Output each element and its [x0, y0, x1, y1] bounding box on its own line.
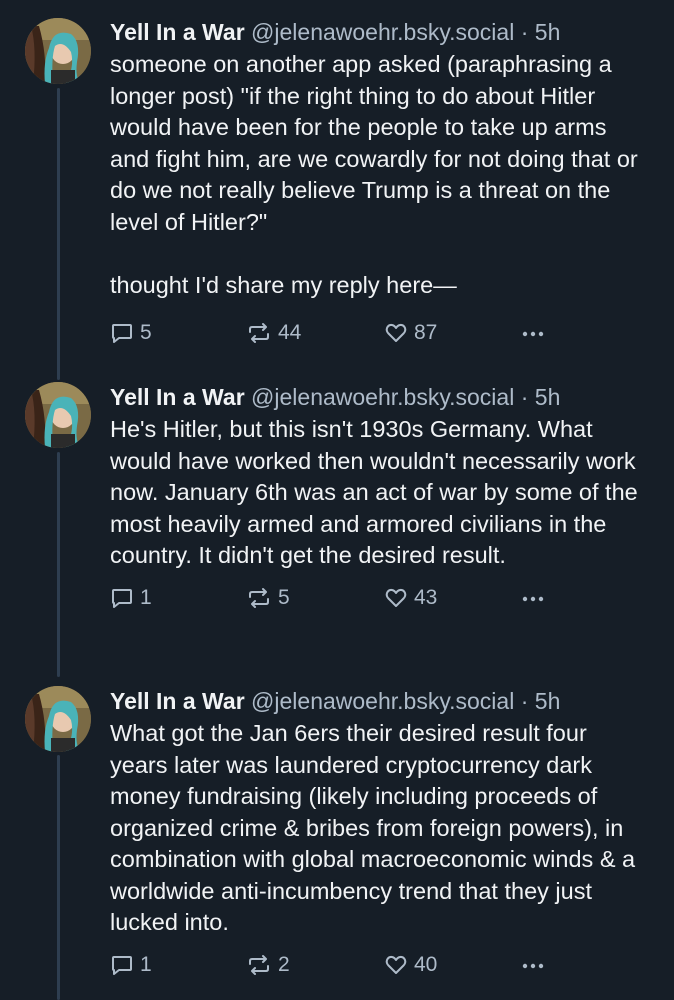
post-actions: 5 44 87	[110, 321, 650, 353]
avatar[interactable]	[25, 686, 91, 752]
avatar[interactable]	[25, 18, 91, 84]
author-name[interactable]: Yell In a War	[110, 688, 245, 714]
more-options-button[interactable]	[520, 321, 552, 345]
separator: ·	[520, 19, 529, 45]
repost-icon	[249, 587, 269, 608]
post-header: Yell In a War @jelenawoehr.bsky.social ·…	[110, 17, 650, 47]
like-icon	[385, 955, 407, 974]
repost-button[interactable]: 5	[246, 586, 290, 610]
post-header: Yell In a War @jelenawoehr.bsky.social ·…	[110, 382, 650, 412]
avatar-image	[25, 382, 91, 448]
reply-button[interactable]: 5	[110, 321, 152, 345]
more-icon	[522, 331, 544, 337]
reply-count: 5	[140, 321, 152, 344]
post-actions: 1 2 40	[110, 953, 650, 985]
repost-count: 5	[278, 585, 290, 609]
repost-button[interactable]: 44	[246, 321, 301, 345]
like-icon	[385, 323, 407, 342]
avatar[interactable]	[25, 382, 91, 448]
author-name[interactable]: Yell In a War	[110, 19, 245, 45]
reply-button[interactable]: 1	[110, 586, 152, 610]
author-handle[interactable]: @jelenawoehr.bsky.social	[251, 384, 514, 410]
thread-line	[57, 452, 60, 677]
like-count: 40	[414, 952, 438, 976]
post-header: Yell In a War @jelenawoehr.bsky.social ·…	[110, 686, 650, 716]
post-text: someone on another app asked (paraphrasi…	[110, 51, 638, 298]
repost-count: 44	[278, 321, 302, 344]
repost-icon	[249, 954, 269, 975]
post-time[interactable]: 5h	[535, 688, 561, 714]
like-count: 43	[414, 585, 438, 609]
like-icon	[385, 588, 407, 607]
repost-icon	[249, 323, 269, 343]
author-name[interactable]: Yell In a War	[110, 384, 245, 410]
more-icon	[522, 596, 544, 601]
post-time[interactable]: 5h	[535, 19, 561, 45]
avatar-image	[25, 18, 91, 84]
separator: ·	[520, 688, 529, 714]
post-time[interactable]: 5h	[535, 384, 561, 410]
avatar-image	[25, 686, 91, 752]
separator: ·	[520, 384, 529, 410]
post-actions: 1 5 43	[110, 586, 650, 618]
thread-line	[57, 755, 60, 1000]
thread-line	[57, 88, 60, 380]
reply-icon	[112, 955, 132, 975]
reply-icon	[112, 324, 132, 343]
reply-button[interactable]: 1	[110, 953, 152, 977]
reply-count: 1	[140, 952, 152, 976]
like-button[interactable]: 43	[384, 586, 437, 610]
reply-icon	[112, 588, 132, 608]
post-text: He's Hitler, but this isn't 1930s German…	[110, 416, 645, 568]
more-options-button[interactable]	[520, 953, 552, 977]
repost-count: 2	[278, 952, 290, 976]
like-button[interactable]: 87	[384, 321, 437, 345]
author-handle[interactable]: @jelenawoehr.bsky.social	[251, 19, 514, 45]
more-icon	[522, 963, 544, 968]
like-button[interactable]: 40	[384, 953, 437, 977]
repost-button[interactable]: 2	[246, 953, 290, 977]
author-handle[interactable]: @jelenawoehr.bsky.social	[251, 688, 514, 714]
more-options-button[interactable]	[520, 586, 552, 610]
post-text: What got the Jan 6ers their desired resu…	[110, 720, 642, 935]
reply-count: 1	[140, 585, 152, 609]
like-count: 87	[414, 321, 438, 344]
